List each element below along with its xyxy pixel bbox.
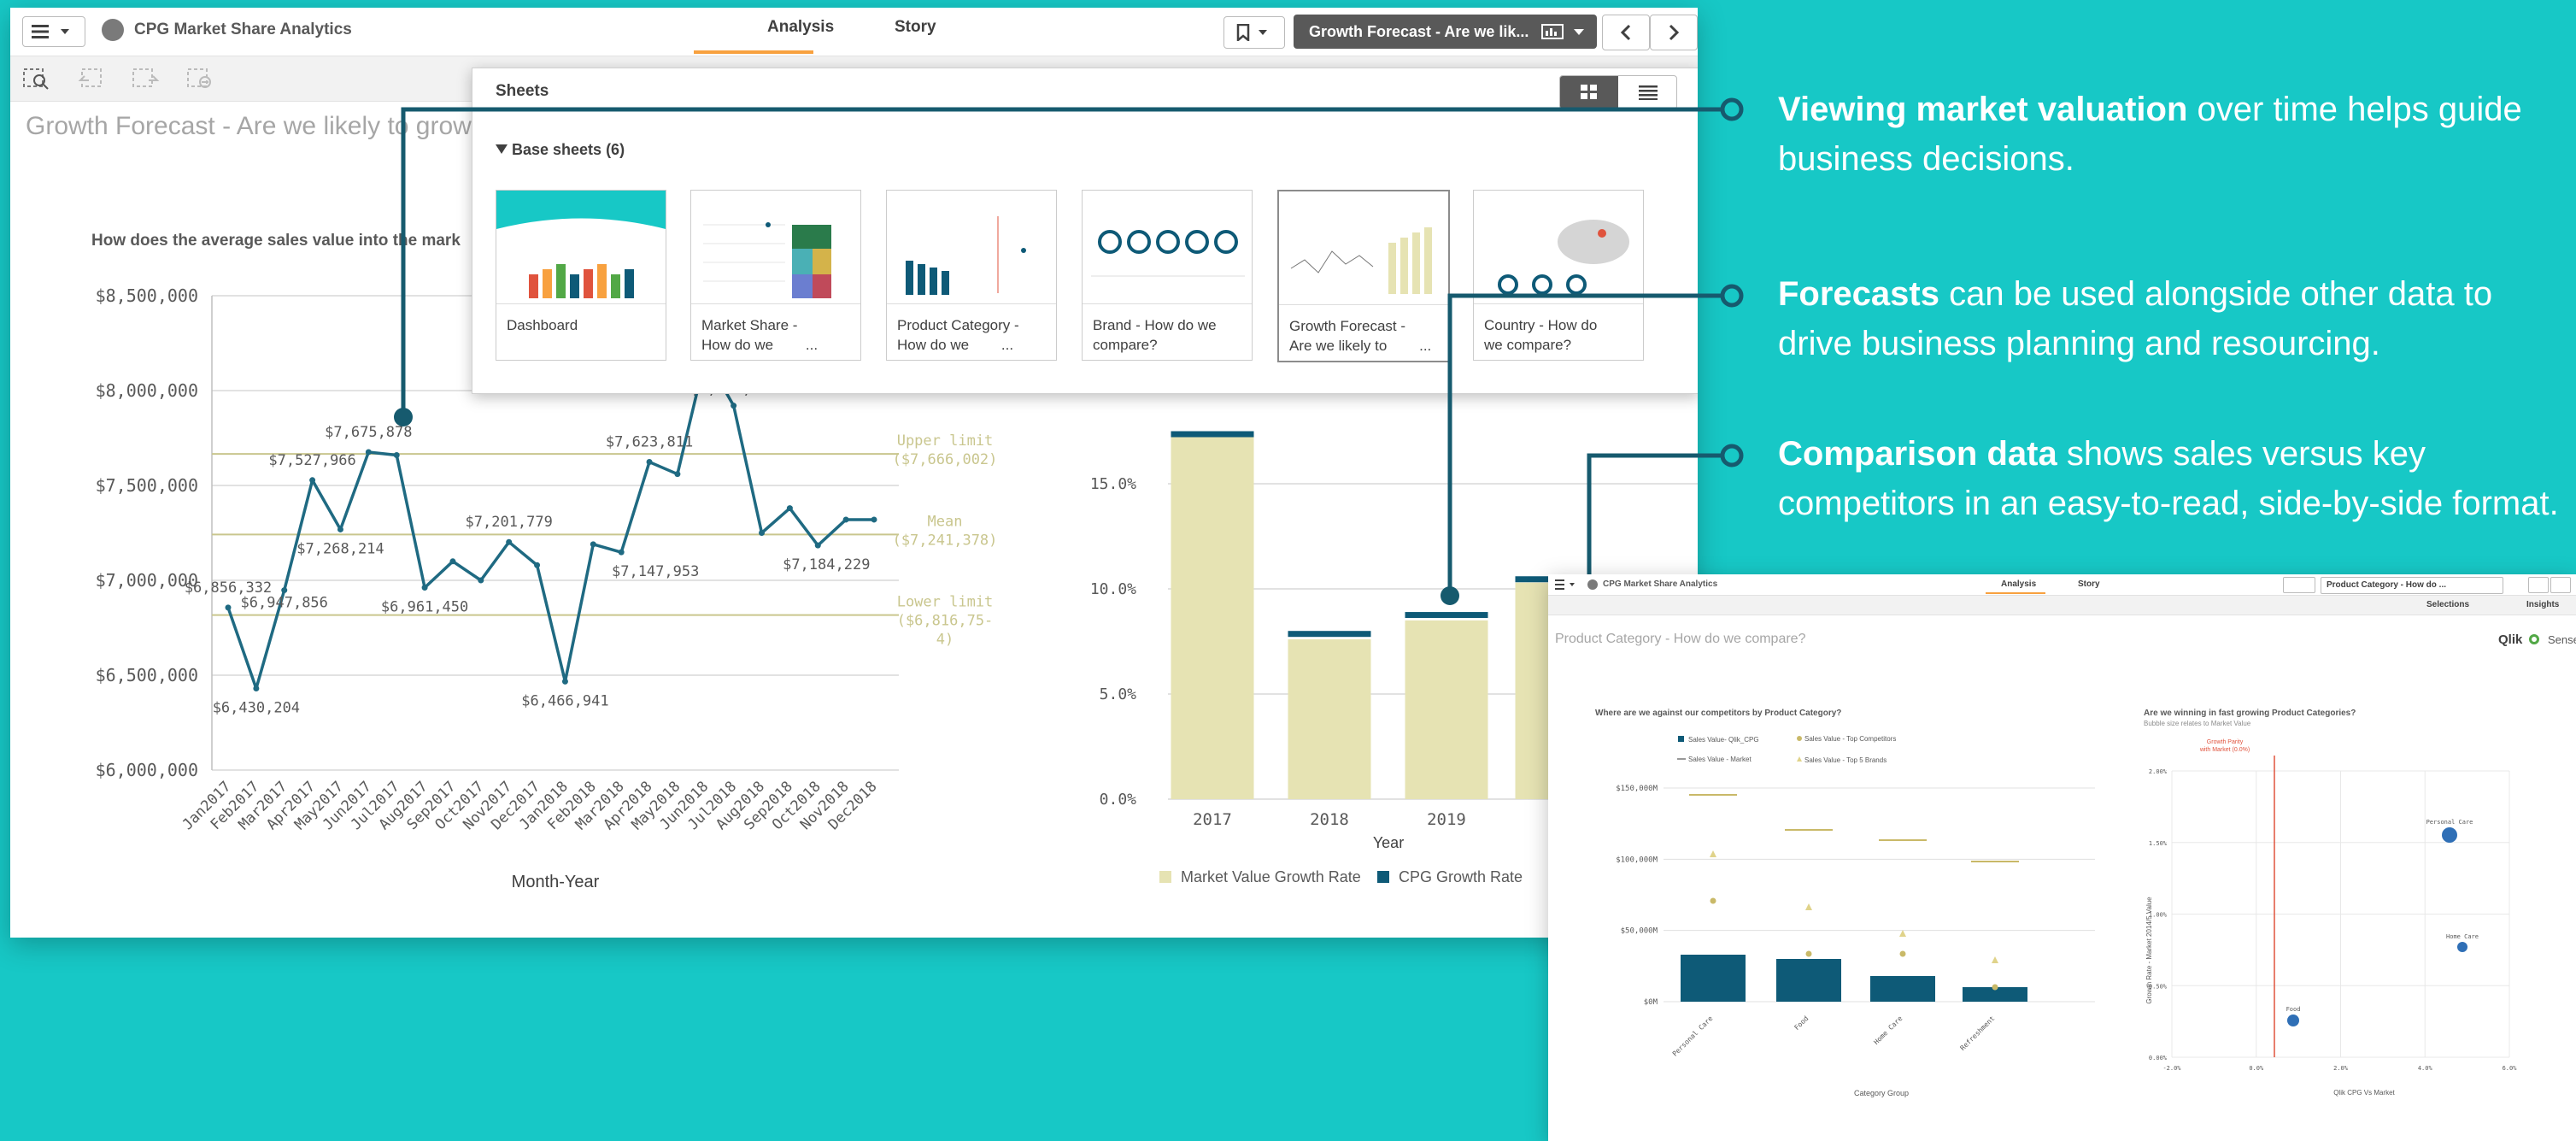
small-left-chart-plot: $150,000M $100,000M $50,000M $0M Personal Ca… [1616, 785, 2095, 1058]
small-top5-marker [1805, 903, 1812, 910]
small-right-x-tick: 0.0% [2249, 1065, 2264, 1072]
small-x-tick-label: Refreshment [1959, 1015, 1997, 1052]
small-left-chart-x-title: Category Group [1854, 1089, 1909, 1097]
connector-ring-3 [1720, 444, 1744, 468]
small-x-tick-label: Personal Care [1671, 1015, 1715, 1058]
callout-1-bold: Viewing market valuation [1778, 91, 2188, 128]
small-legend-swatch-4 [1797, 756, 1802, 762]
growth-parity-label: Growth Parity [2207, 739, 2244, 745]
small-x-tick-label: Home Care [1872, 1015, 1904, 1046]
callout-3: Comparison data shows sales versus key c… [1778, 429, 2559, 528]
small-charts: Where are we against our competitors by … [1595, 709, 2517, 1097]
small-competitor-marker [1805, 950, 1812, 957]
connector-ring-1 [1720, 97, 1744, 121]
small-bubble-label: Food [2286, 1006, 2301, 1013]
callout-1-text: over time helps guide [2187, 91, 2522, 128]
small-y-tick-label: $50,000M [1621, 927, 1658, 936]
connector-ring-2 [1720, 284, 1744, 308]
callout-2-text: can be used alongside other data to [1939, 275, 2493, 313]
connector-dot-2 [1441, 586, 1459, 605]
small-bubble[interactable] [2442, 827, 2457, 843]
small-right-chart-plot: 2.00%1.50%1.00%0.50%0.00%-2.0% 0.0% 2.0% 4.… [2149, 756, 2517, 1072]
small-bubble[interactable] [2457, 942, 2467, 952]
small-x-tick-label: Food [1793, 1015, 1810, 1032]
small-right-x-tick: 2.0% [2333, 1065, 2349, 1072]
small-legend-swatch-3 [1797, 736, 1802, 741]
small-right-chart-subtitle: Bubble size relates to Market Value [2144, 720, 2251, 727]
small-legend-2: Sales Value - Market [1688, 756, 1752, 763]
small-right-x-tick: 6.0% [2503, 1065, 2518, 1072]
small-bubble-label: Personal Care [2426, 819, 2473, 826]
small-top5-marker [1992, 956, 1998, 963]
small-bubble[interactable] [2287, 1015, 2299, 1026]
small-legend-4: Sales Value - Top 5 Brands [1804, 756, 1887, 764]
small-right-x-tick: -2.0% [2162, 1065, 2181, 1072]
small-y-tick-label: $100,000M [1616, 856, 1658, 864]
small-bar[interactable] [1776, 959, 1841, 1002]
small-competitor-marker [1992, 984, 1998, 991]
small-bar[interactable] [1681, 955, 1746, 1002]
small-y-tick-label: $150,000M [1616, 785, 1658, 793]
callout-2-bold: Forecasts [1778, 275, 1939, 313]
small-competitor-marker [1899, 950, 1906, 957]
small-top5-marker [1710, 850, 1716, 857]
small-right-chart-x-title: Qlik CPG Vs Market [2333, 1089, 2395, 1097]
growth-parity-label-2: with Market (0.0%) [2199, 747, 2250, 753]
small-right-y-tick: 2.00% [2149, 768, 2168, 775]
small-bubble-label: Home Care [2446, 933, 2479, 940]
callout-2: Forecasts can be used alongside other da… [1778, 269, 2492, 368]
connector-dot-1 [394, 408, 413, 426]
small-legend-swatch-1 [1678, 736, 1684, 742]
small-bar[interactable] [1870, 976, 1935, 1002]
small-y-tick-label: $0M [1644, 998, 1658, 1007]
callout-3-line2: competitors in an easy-to-read, side-by-… [1778, 485, 2559, 522]
connector-line-3 [1587, 453, 1724, 585]
callout-3-text: shows sales versus key [2057, 435, 2426, 473]
small-left-chart-title: Where are we against our competitors by … [1595, 709, 1841, 718]
callout-1: Viewing market valuation over time helps… [1778, 85, 2522, 184]
small-right-y-tick: 0.00% [2149, 1055, 2168, 1062]
small-legend-3: Sales Value - Top Competitors [1804, 735, 1896, 743]
small-right-x-tick: 4.0% [2418, 1065, 2433, 1072]
connector-line-1 [401, 107, 1724, 417]
callout-2-line2: drive business planning and resourcing. [1778, 325, 2380, 362]
small-right-y-tick: 1.50% [2149, 840, 2168, 847]
callout-3-bold: Comparison data [1778, 435, 2057, 473]
small-legend-1: Sales Value- Qlik_CPG [1688, 736, 1759, 744]
small-right-chart-y-title: Growth Rate - Market 2014/5 Value [2145, 897, 2153, 1004]
callout-1-line2: business decisions. [1778, 140, 2074, 178]
product-category-window: CPG Market Share Analytics Analysis Stor… [1548, 574, 2576, 1141]
small-competitor-marker [1710, 897, 1716, 904]
small-right-chart-title: Are we winning in fast growing Product C… [2144, 709, 2356, 718]
small-top5-marker [1899, 930, 1906, 937]
